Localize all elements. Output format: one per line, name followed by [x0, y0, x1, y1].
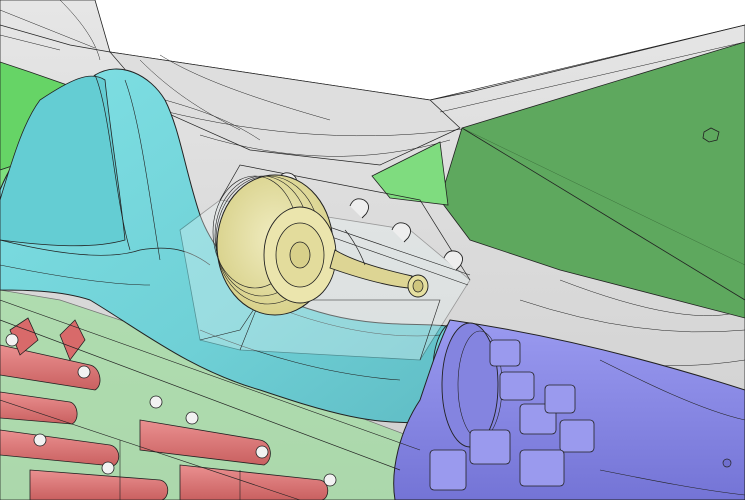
clamp-icon: [101, 461, 115, 475]
engine-lug: [519, 449, 565, 487]
engine-lug: [499, 371, 535, 401]
clamp-icon: [323, 473, 337, 487]
engine-lug: [559, 419, 595, 453]
clamp-icon: [33, 433, 47, 447]
clamp-icon: [255, 445, 269, 459]
clamp-icon: [5, 333, 19, 347]
engine-lug: [544, 384, 576, 414]
engine-lug: [469, 429, 511, 465]
engine-lug: [489, 339, 521, 367]
clamp-icon: [77, 365, 91, 379]
cad-viewport[interactable]: [0, 0, 745, 500]
engine-lug: [429, 449, 467, 491]
clamp-icon: [149, 395, 163, 409]
clamp-icon: [185, 411, 199, 425]
cad-3d-scene[interactable]: [0, 0, 745, 500]
